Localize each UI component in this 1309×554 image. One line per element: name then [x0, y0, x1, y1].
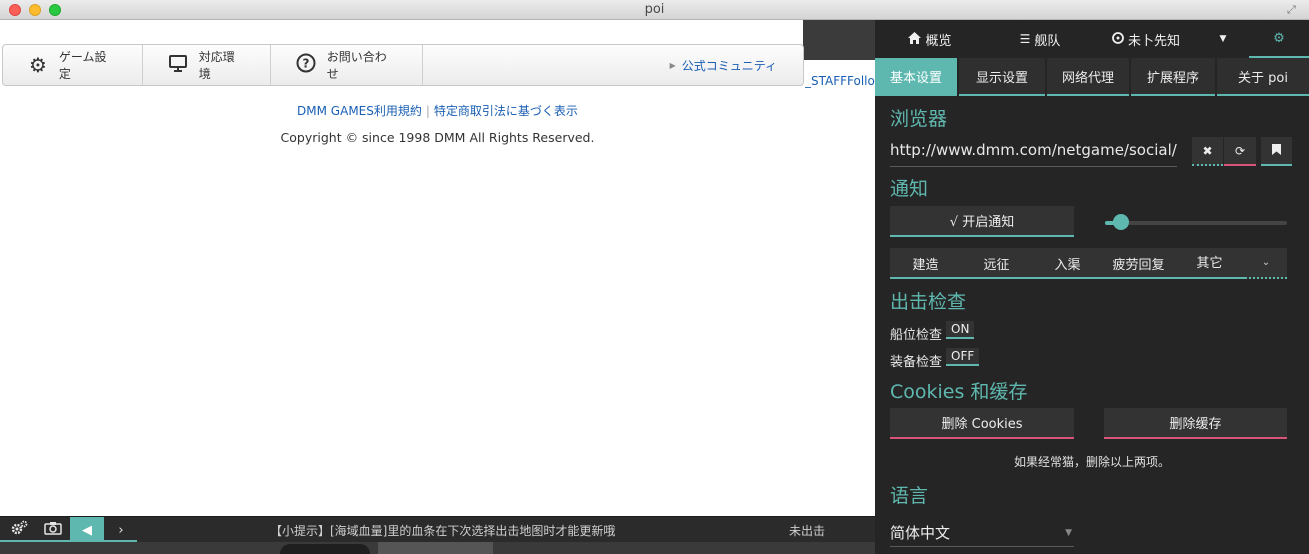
- tab-network-proxy[interactable]: 网络代理: [1047, 58, 1129, 96]
- nav-fleet[interactable]: ☰ 舰队: [985, 20, 1095, 58]
- caret-down-icon: ▼: [1219, 34, 1227, 44]
- volume-slider-thumb[interactable]: [1113, 214, 1130, 230]
- bookmark-icon: [1272, 143, 1281, 158]
- language-selected: 简体中文: [890, 524, 951, 542]
- delete-cookies-button[interactable]: 删除 Cookies: [890, 408, 1074, 439]
- home-icon: [908, 31, 922, 47]
- notification-volume-slider[interactable]: [1105, 214, 1287, 230]
- footer-links: DMM GAMES利用規約 | 特定商取引法に基づく表示: [0, 102, 875, 119]
- tab-about[interactable]: 关于 poi: [1217, 58, 1309, 96]
- cookies-cache-heading: Cookies 和缓存: [890, 381, 1028, 403]
- monitor-icon: [167, 53, 189, 78]
- game-menu-bar: ⚙ ゲーム設定 対応環境 ? お問い合わせ ▶ 公式コミュニティ: [2, 44, 804, 86]
- sortie-check-heading: 出击检查: [890, 291, 967, 313]
- bookmark-button[interactable]: [1261, 137, 1292, 166]
- law-link[interactable]: 特定商取引法に基づく表示: [434, 104, 578, 118]
- notify-categories-dropdown[interactable]: ⌄: [1245, 248, 1287, 279]
- notify-category-construction[interactable]: 建造: [890, 254, 961, 273]
- poi-panel: 概览 ☰ 舰队 未卜先知 ▼ ⚙ 基本设置 显示设置 网络代理 扩展程序 关于 …: [875, 20, 1309, 554]
- svg-text:?: ?: [302, 56, 309, 70]
- tab-basic-settings[interactable]: 基本设置: [875, 58, 957, 96]
- sortie-status: 未出击: [789, 524, 826, 538]
- nav-settings[interactable]: ⚙: [1249, 20, 1309, 58]
- copyright-text: Copyright © since 1998 DMM All Rights Re…: [280, 130, 595, 145]
- volume-icon: ◀: [82, 522, 92, 538]
- terms-link[interactable]: DMM GAMES利用規約: [297, 104, 422, 118]
- nav-overview-label: 概览: [925, 33, 952, 49]
- nav-expedition[interactable]: 未卜先知: [1095, 20, 1197, 58]
- background-shape: [280, 544, 370, 554]
- delete-cache-button[interactable]: 删除缓存: [1104, 408, 1287, 439]
- compass-icon: [1112, 31, 1124, 47]
- chevron-down-icon: ⌄: [1261, 257, 1271, 268]
- contact-button[interactable]: ? お問い合わせ: [271, 45, 423, 85]
- footer-separator: |: [425, 104, 430, 118]
- cache-hint: 如果经常猫，删除以上两项。: [1013, 455, 1170, 469]
- settings-tabs: 基本设置 显示设置 网络代理 扩展程序 关于 poi: [875, 58, 1309, 96]
- ship-slot-check-toggle[interactable]: ON: [946, 321, 975, 339]
- caret-down-icon: ▼: [1065, 527, 1072, 538]
- equip-check-label: 装备检查: [890, 355, 943, 370]
- game-settings-label: ゲーム設定: [58, 50, 107, 81]
- chevron-right-icon: ›: [118, 522, 124, 538]
- language-select[interactable]: 简体中文 ▼: [890, 519, 1074, 547]
- community-label: 公式コミュニティ: [681, 58, 777, 73]
- bottom-toolbar: ◀ › 【小提示】[海域血量]里的血条在下次选择出击地图时才能更新哦 未出击: [0, 516, 875, 543]
- game-settings-button[interactable]: ⚙ ゲーム設定: [3, 45, 143, 85]
- fullscreen-icon[interactable]: ⤢: [1287, 3, 1301, 17]
- tip-text: 【小提示】[海域血量]里的血条在下次选择出击地图时才能更新哦: [270, 524, 616, 538]
- notify-category-other[interactable]: 其它: [1174, 248, 1245, 279]
- gear-icon: ⚙: [28, 53, 47, 77]
- tab-display-settings[interactable]: 显示设置: [959, 58, 1045, 96]
- window-titlebar: poi ⤢: [0, 0, 1309, 20]
- background-thumb: [378, 542, 493, 554]
- nav-plugins-dropdown[interactable]: ▼: [1197, 20, 1249, 58]
- environment-button[interactable]: 対応環境: [143, 45, 271, 85]
- notify-category-expedition[interactable]: 远征: [961, 254, 1032, 273]
- nav-fleet-label: 舰队: [1034, 33, 1061, 49]
- notify-category-repair[interactable]: 入渠: [1032, 254, 1103, 273]
- environment-label: 対応環境: [198, 50, 235, 81]
- refresh-button[interactable]: ⟳: [1224, 137, 1256, 166]
- menu-spacer: [423, 45, 670, 85]
- camera-icon: [44, 521, 62, 539]
- game-webview: ⚙ ゲーム設定 対応環境 ? お問い合わせ ▶ 公式コミュニティ _STAFFF…: [0, 20, 875, 516]
- close-icon: ✖: [1202, 143, 1213, 158]
- staff-link[interactable]: _STAFFFollo: [805, 74, 875, 88]
- ship-slot-check-label: 船位检查: [890, 328, 943, 343]
- gear-icon: ⚙: [1273, 30, 1285, 46]
- triangle-right-icon: ▶: [669, 60, 676, 70]
- contact-label: お問い合わせ: [326, 50, 387, 81]
- equip-check-toggle[interactable]: OFF: [946, 348, 980, 366]
- notification-toggle-button[interactable]: √ 开启通知: [890, 206, 1074, 237]
- stop-button[interactable]: ✖: [1192, 137, 1223, 166]
- background-strip: [0, 542, 875, 554]
- nav-overview[interactable]: 概览: [875, 20, 985, 58]
- notification-heading: 通知: [890, 178, 929, 200]
- language-heading: 语言: [890, 485, 929, 507]
- main-nav: 概览 ☰ 舰队 未卜先知 ▼ ⚙: [875, 20, 1309, 58]
- tab-plugins[interactable]: 扩展程序: [1131, 58, 1215, 96]
- refresh-icon: ⟳: [1234, 143, 1246, 158]
- window-title: poi: [644, 2, 665, 17]
- notify-categories-underline: [890, 277, 1245, 279]
- list-icon: ☰: [1019, 32, 1031, 46]
- cogs-icon: [10, 520, 28, 540]
- notify-category-morale[interactable]: 疲劳回复: [1103, 254, 1174, 273]
- nav-expedition-label: 未卜先知: [1127, 33, 1180, 49]
- browser-heading: 浏览器: [890, 108, 948, 130]
- game-frame-strip: [803, 20, 875, 60]
- community-link[interactable]: ▶ 公式コミュニティ: [670, 45, 803, 85]
- question-icon: ?: [295, 53, 317, 78]
- url-input[interactable]: http://www.dmm.com/netgame/social/-: [890, 141, 1177, 167]
